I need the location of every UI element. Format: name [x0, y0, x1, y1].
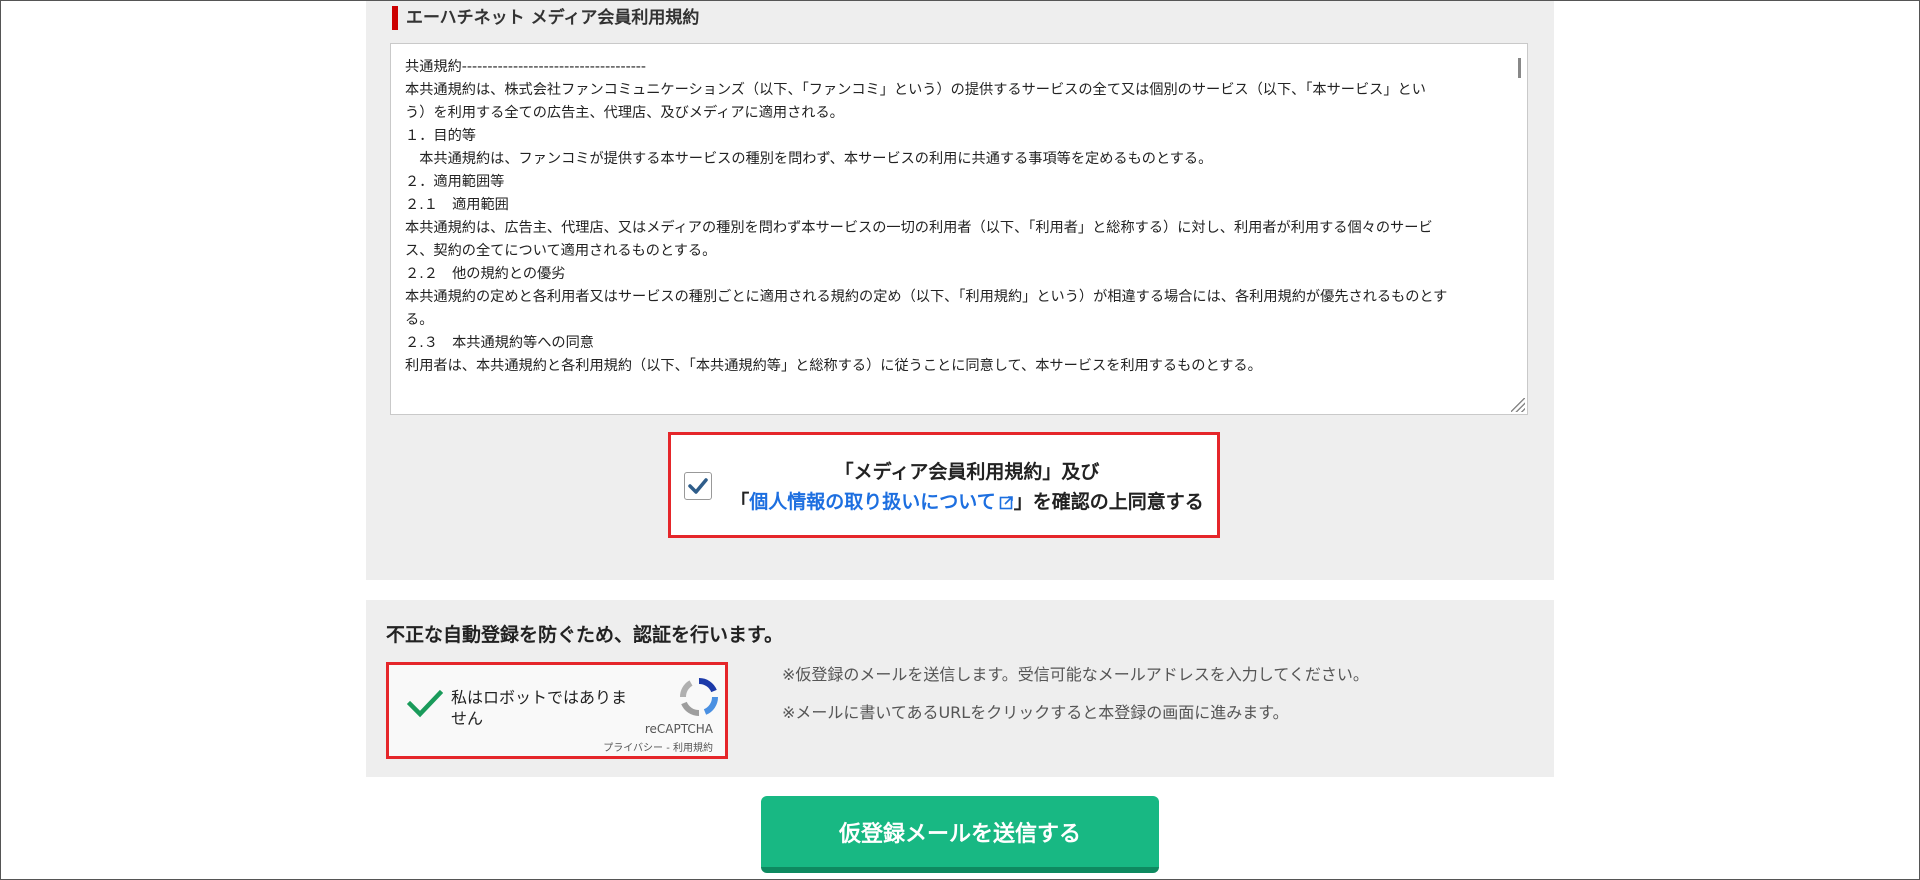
external-link-icon	[999, 496, 1013, 510]
terms-panel: エーハチネット メディア会員利用規約 共通規約-----------------…	[366, 0, 1554, 580]
terms-line: 本共通規約は、ファンコミが提供する本サービスの種別を問わず、本サービスの利用に共…	[405, 151, 1213, 167]
agreement-prefix: 「	[730, 491, 750, 513]
terms-line: ス、契約の全てについて適用されるものとする。	[405, 243, 717, 259]
terms-line: 本共通規約の定めと各利用者又はサービスの種別ごとに適用される規約の定め（以下、「…	[405, 289, 1448, 305]
recaptcha-checkmark-icon[interactable]	[407, 689, 443, 719]
note-line: ※仮登録のメールを送信します。受信可能なメールアドレスを入力してください。	[782, 665, 1369, 684]
terms-section-title: エーハチネット メディア会員利用規約	[392, 6, 699, 30]
recaptcha-label: 私はロボットではありません	[451, 688, 628, 728]
captcha-heading: 不正な自動登録を防ぐため、認証を行います。	[386, 624, 784, 646]
agreement-label: 「メディア会員利用規約」及び 「個人情報の取り扱いについて 」を確認の上同意する	[727, 457, 1207, 517]
terms-line: １．目的等	[405, 128, 476, 144]
recaptcha-brand: reCAPTCHA	[644, 722, 713, 736]
recaptcha-widget[interactable]: 私はロボットではありません reCAPTCHA プライバシー - 利用規約	[386, 662, 728, 759]
terms-line: ２.２ 他の規約との優劣	[405, 266, 566, 282]
captcha-notes: ※仮登録のメールを送信します。受信可能なメールアドレスを入力してください。 ※メ…	[782, 656, 1369, 732]
agreement-line2: 「個人情報の取り扱いについて 」を確認の上同意する	[727, 487, 1207, 517]
terms-line: 利用者は、本共通規約と各利用規約（以下、「本共通規約等」と総称する）に従うことに…	[405, 358, 1262, 374]
terms-scrollbar[interactable]	[1518, 58, 1521, 78]
recaptcha-logo-icon	[679, 677, 719, 717]
checkmark-icon	[688, 478, 708, 494]
submit-button[interactable]: 仮登録メールを送信する	[761, 796, 1159, 873]
resize-grip-icon[interactable]	[1511, 398, 1525, 412]
captcha-panel: 不正な自動登録を防ぐため、認証を行います。 私はロボットではありません reCA…	[366, 600, 1554, 777]
recaptcha-links[interactable]: プライバシー - 利用規約	[603, 739, 713, 754]
agreement-suffix: 」を確認の上同意する	[1013, 491, 1204, 513]
terms-line: 共通規約------------------------------------	[405, 59, 647, 75]
terms-line: る。	[405, 312, 434, 328]
agree-checkbox[interactable]	[684, 472, 712, 500]
terms-textarea[interactable]: 共通規約------------------------------------…	[390, 43, 1528, 415]
agreement-line1: 「メディア会員利用規約」及び	[834, 461, 1100, 483]
terms-line: 本共通規約は、広告主、代理店、又はメディアの種別を問わず本サービスの一切の利用者…	[405, 220, 1433, 236]
agreement-box[interactable]: 「メディア会員利用規約」及び 「個人情報の取り扱いについて 」を確認の上同意する	[668, 432, 1220, 538]
terms-line: う）を利用する全ての広告主、代理店、及びメディアに適用される。	[405, 105, 844, 121]
terms-line: ２．適用範囲等	[405, 174, 505, 190]
terms-line: 本共通規約は、株式会社ファンコミュニケーションズ（以下、「ファンコミ」という）の…	[405, 82, 1426, 98]
terms-line: ２.３ 本共通規約等への同意	[405, 335, 594, 351]
privacy-policy-link-text[interactable]: 個人情報の取り扱いについて	[749, 491, 995, 513]
privacy-policy-link[interactable]: 個人情報の取り扱いについて	[749, 491, 1013, 513]
note-line: ※メールに書いてあるURLをクリックすると本登録の画面に進みます。	[782, 703, 1289, 722]
terms-line: ２.１ 適用範囲	[405, 197, 509, 213]
